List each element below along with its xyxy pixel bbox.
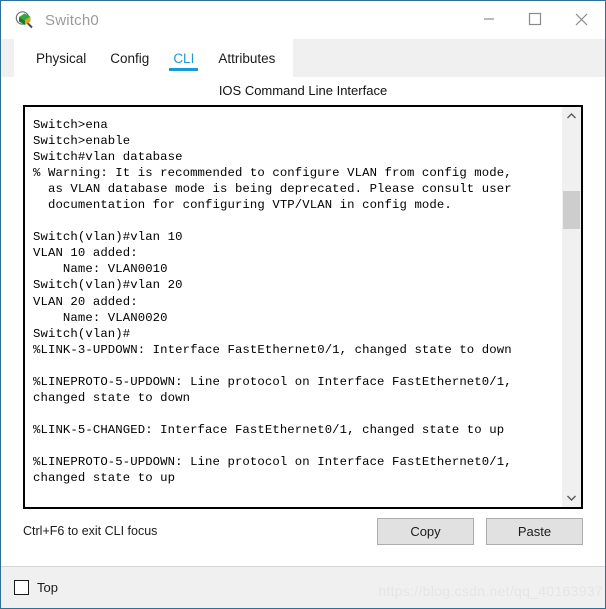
terminal-line: %LINK-5-CHANGED: Interface FastEthernet0… <box>33 422 505 437</box>
terminal-line: as VLAN database mode is being deprecate… <box>33 182 512 197</box>
tab-cli[interactable]: CLI <box>161 39 206 77</box>
terminal-line: Switch(vlan)#vlan 10 <box>33 230 183 245</box>
tab-attributes[interactable]: Attributes <box>206 39 287 77</box>
terminal-line: Switch(vlan)#vlan 20 <box>33 278 183 293</box>
terminal-scrollbar[interactable] <box>561 107 581 507</box>
copy-button[interactable]: Copy <box>377 517 474 545</box>
top-checkbox-label: Top <box>37 580 58 595</box>
tab-physical[interactable]: Physical <box>24 39 98 77</box>
bottom-bar: Top https://blog.csdn.net/qq_40163937 <box>1 566 605 608</box>
close-icon[interactable] <box>558 1 604 37</box>
tab-config[interactable]: Config <box>98 39 161 77</box>
terminal-line: Switch>enable <box>33 134 131 149</box>
terminal-line: Switch>ena <box>33 118 108 132</box>
terminal-line: Switch#vlan database <box>33 150 183 165</box>
terminal-line: Switch(vlan)# <box>33 326 131 341</box>
tab-attributes-label: Attributes <box>218 50 276 66</box>
panel-title: IOS Command Line Interface <box>218 83 388 98</box>
window-controls <box>466 1 604 37</box>
tab-strip-row: Physical Config CLI Attributes <box>1 39 605 77</box>
watermark: https://blog.csdn.net/qq_40163937 <box>378 583 603 599</box>
terminal-line: changed state to up <box>33 471 176 486</box>
tab-physical-label: Physical <box>36 50 87 66</box>
switch-magnifier-icon <box>15 10 35 30</box>
terminal-line: %LINEPROTO-5-UPDOWN: Line protocol on In… <box>33 454 512 469</box>
terminal-line: Name: VLAN0020 <box>33 310 168 325</box>
terminal-container: Switch>ena Switch>enable Switch#vlan datab… <box>23 105 583 509</box>
chevron-down-icon[interactable] <box>562 489 581 507</box>
tab-config-label: Config <box>110 50 150 66</box>
title-bar: Switch0 <box>1 1 605 39</box>
cli-focus-hint: Ctrl+F6 to exit CLI focus <box>23 524 158 538</box>
tab-cli-label: CLI <box>173 50 195 66</box>
cli-panel: IOS Command Line Interface Switch>ena Swi… <box>14 77 592 566</box>
minimize-icon[interactable] <box>466 1 512 37</box>
chevron-up-icon[interactable] <box>562 107 581 125</box>
cli-output[interactable]: Switch>ena Switch>enable Switch#vlan datab… <box>25 107 561 507</box>
top-checkbox[interactable] <box>14 580 29 595</box>
tab-strip: Physical Config CLI Attributes <box>14 39 294 77</box>
terminal-line: changed state to down <box>33 390 191 405</box>
paste-button[interactable]: Paste <box>486 517 583 545</box>
terminal-line: % Warning: It is recommended to configur… <box>33 166 512 181</box>
footer-buttons: Copy Paste <box>377 517 583 545</box>
terminal-line: documentation for configuring VTP/VLAN i… <box>33 198 452 213</box>
switch-cli-window: Switch0 Physical Config CLI Attributes I… <box>0 0 606 609</box>
window-title: Switch0 <box>45 11 99 29</box>
terminal-line: %LINK-3-UPDOWN: Interface FastEthernet0/… <box>33 342 512 357</box>
terminal-line: VLAN 10 added: <box>33 246 138 261</box>
terminal-line: %LINEPROTO-5-UPDOWN: Line protocol on In… <box>33 374 512 389</box>
terminal-line: VLAN 20 added: <box>33 294 138 309</box>
cli-footer: Ctrl+F6 to exit CLI focus Copy Paste <box>23 509 583 553</box>
scrollbar-thumb[interactable] <box>563 191 580 229</box>
terminal-line: Name: VLAN0010 <box>33 262 168 277</box>
maximize-icon[interactable] <box>512 1 558 37</box>
